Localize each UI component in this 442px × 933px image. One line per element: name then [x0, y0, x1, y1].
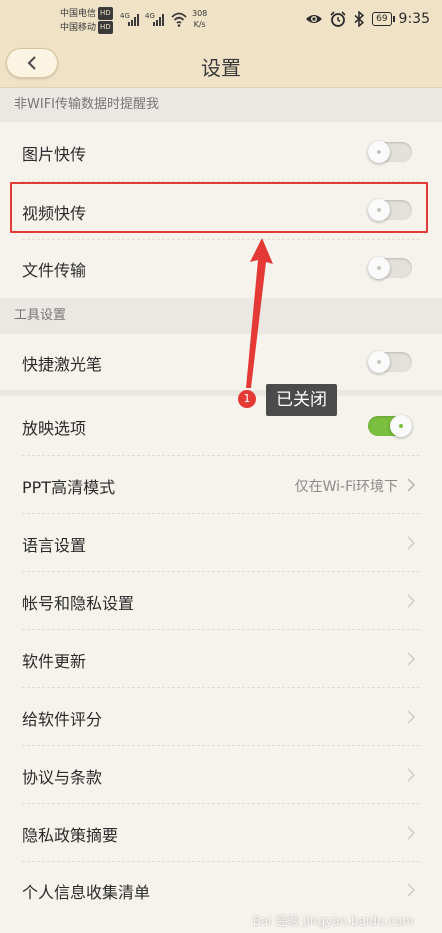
annotation-badge: 1	[238, 390, 256, 408]
annotation-tooltip: 已关闭	[266, 384, 337, 416]
watermark: Bai 经验 jingyan.baidu.com	[252, 914, 414, 928]
annotation-arrow-icon	[246, 238, 273, 388]
